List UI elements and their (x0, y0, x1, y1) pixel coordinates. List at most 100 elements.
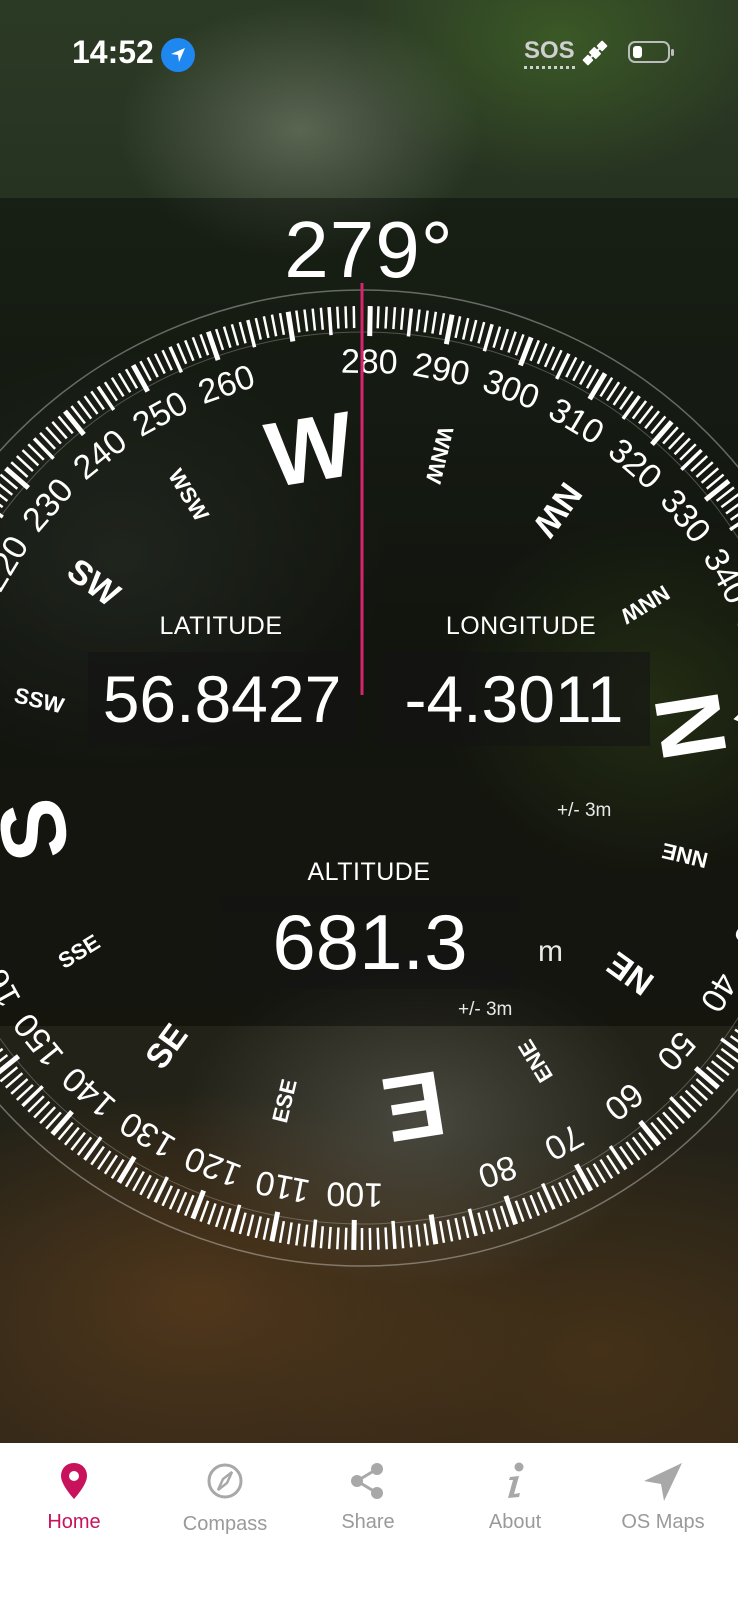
dial-tick (269, 1211, 281, 1242)
altitude-accuracy: +/- 3m (458, 999, 513, 1020)
dial-tick (184, 1194, 195, 1217)
dial-tick (484, 1210, 494, 1233)
tab-about[interactable]: About (445, 1443, 585, 1573)
dial-tick (477, 321, 486, 344)
degree-label: 310 (542, 391, 610, 453)
tab-compass[interactable]: Compass (155, 1443, 295, 1573)
dial-tick (161, 1185, 173, 1207)
degree-label: 60 (597, 1075, 650, 1128)
degree-label: 30 (726, 903, 738, 952)
dial-tick (469, 319, 478, 342)
dial-tick (384, 1227, 388, 1250)
degree-label: 320 (601, 431, 669, 497)
altitude-label: ALTITUDE (307, 858, 431, 886)
dial-tick (392, 307, 397, 330)
dial-tick (303, 309, 309, 332)
dial-tick (514, 1200, 525, 1222)
tab-share[interactable]: Share (298, 1443, 438, 1573)
dial-tick (246, 319, 257, 348)
dial-tick (205, 330, 221, 361)
degree-label: 300 (478, 362, 545, 418)
degree-label: 340 (695, 542, 738, 610)
dial-tick (161, 349, 173, 371)
dial-tick (443, 314, 455, 345)
tab-compass-label: Compass (182, 1513, 268, 1535)
dial-tick (703, 479, 731, 502)
position-accuracy: +/- 3m (557, 800, 612, 821)
intercardinal-label: SW (60, 551, 127, 614)
degree-label: 350 (728, 610, 738, 676)
dial-tick (4, 466, 31, 490)
dial-tick (565, 1178, 578, 1200)
altitude-unit: m (538, 935, 563, 968)
dial-tick (246, 1214, 255, 1237)
map-pin-icon (59, 1461, 89, 1506)
dial-tick (207, 1203, 217, 1225)
dial-tick (254, 1216, 262, 1239)
degree-label: 230 (15, 471, 81, 539)
dial-tick (536, 1191, 548, 1213)
degree-label: 150 (6, 1006, 71, 1074)
dial-tick (376, 306, 380, 329)
cardinal-label: W (259, 393, 361, 507)
tab-os-maps[interactable]: OS Maps (593, 1443, 733, 1573)
dial-tick (477, 1212, 486, 1235)
dial-tick (32, 437, 55, 460)
dial-tick (492, 1207, 502, 1230)
dial-tick (423, 1223, 429, 1246)
longitude-label: LONGITUDE (445, 612, 597, 640)
dial-tick (254, 317, 262, 340)
dial-tick (310, 1219, 318, 1248)
dial-tick (492, 326, 502, 349)
dial-tick (391, 1220, 397, 1249)
degree-label: 260 (194, 357, 260, 411)
dial-tick (295, 1223, 301, 1246)
intercardinal-label: SSW (12, 682, 67, 718)
dial-tick (319, 307, 325, 330)
dial-tick (262, 316, 270, 339)
dial-tick (262, 1217, 270, 1240)
altitude-value: 681.3 (220, 895, 520, 989)
degree-label: 290 (410, 346, 473, 394)
dial-tick (499, 1205, 510, 1228)
degree-label: 220 (0, 530, 36, 598)
tab-about-label: About (488, 1511, 542, 1533)
tab-share-label: Share (341, 1511, 395, 1533)
latitude-label: LATITUDE (159, 612, 283, 640)
navigation-arrow-icon (642, 1461, 684, 1508)
degree-label: 80 (473, 1147, 521, 1195)
dial-tick (50, 1109, 74, 1136)
dial-tick (638, 1119, 661, 1147)
degree-label: 280 (341, 343, 398, 382)
dial-tick (132, 1170, 145, 1192)
dial-tick (295, 310, 301, 333)
dial-tick (454, 1217, 462, 1240)
compass-icon (205, 1461, 245, 1506)
dial-tick (176, 1191, 188, 1213)
dial-tick (278, 312, 286, 336)
dial-tick (507, 331, 517, 353)
degree-label: 330 (653, 482, 718, 550)
dial-tick (522, 1197, 533, 1220)
dial-tick (454, 316, 462, 339)
dial-tick (230, 1204, 242, 1233)
dial-tick (336, 306, 340, 329)
dial-tick (285, 311, 296, 342)
dial-tick (319, 1226, 325, 1249)
dial-tick (153, 353, 166, 375)
dial-tick (428, 1214, 439, 1245)
dial-tick (351, 1219, 357, 1250)
dial-tick (399, 307, 405, 330)
degree-label: 130 (114, 1104, 182, 1166)
dial-tick (63, 409, 86, 437)
dial-tick (462, 1216, 470, 1239)
dial-tick (222, 1207, 232, 1230)
dial-tick (407, 1225, 413, 1248)
degree-label: 140 (55, 1059, 123, 1125)
tab-home[interactable]: Home (4, 1443, 144, 1573)
dial-tick (415, 309, 421, 332)
dial-tick (336, 1227, 340, 1250)
dial-tick (536, 343, 548, 365)
dial-tick (384, 306, 388, 329)
dial-tick (650, 420, 674, 447)
